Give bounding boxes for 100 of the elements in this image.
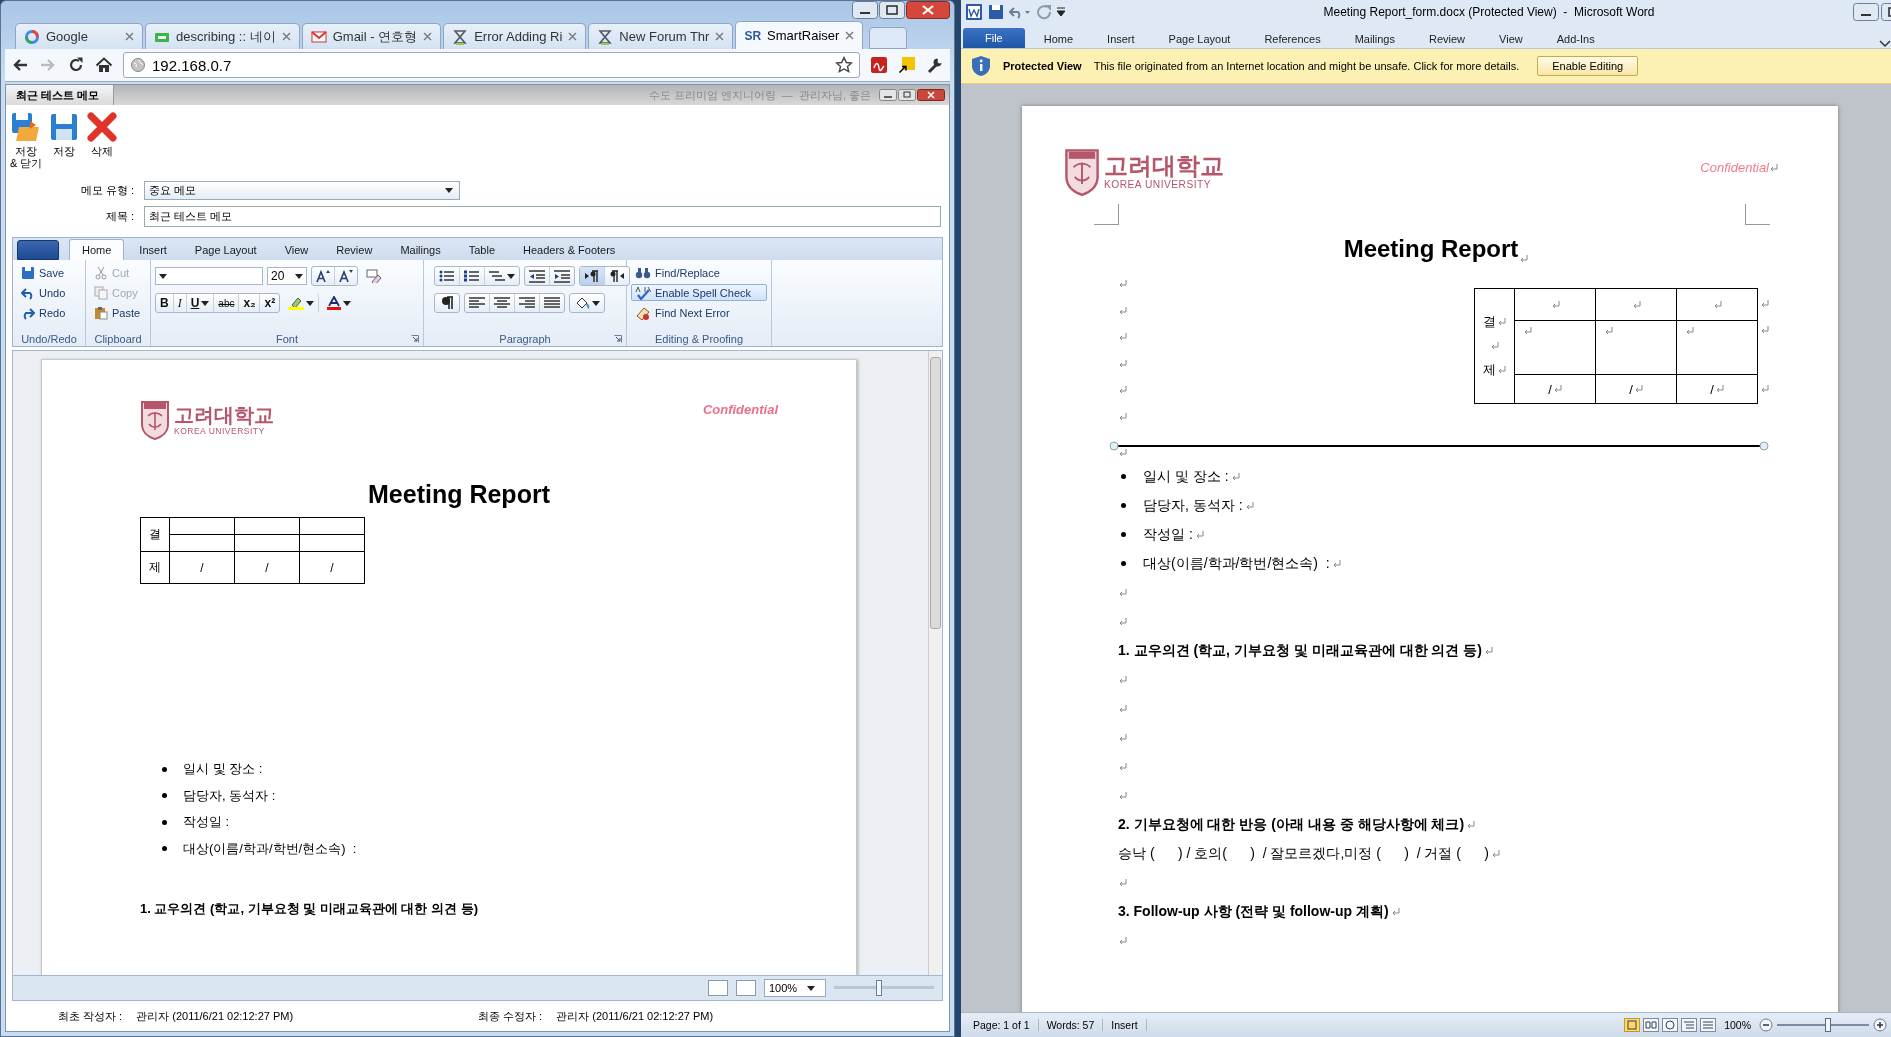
group-label: Paragraph <box>499 332 551 345</box>
zoom-level[interactable]: 100% <box>1716 1019 1759 1031</box>
corner-mark <box>1745 204 1770 225</box>
spell-button[interactable]: Enable Spell Check <box>631 284 767 301</box>
italic-button[interactable]: I <box>173 294 187 312</box>
table-cell: / <box>1548 381 1552 397</box>
maximize-icon[interactable] <box>879 1 905 19</box>
redo-button[interactable]: Redo <box>17 304 81 321</box>
file-menu-tab[interactable]: File <box>963 28 1025 48</box>
minimize-icon[interactable] <box>852 1 878 19</box>
zoom-slider-thumb[interactable] <box>876 980 882 996</box>
browser-tab[interactable]: SR SmartRaiser <box>735 21 864 49</box>
corner-mark <box>1094 204 1119 225</box>
zoom-in-icon[interactable] <box>1873 1018 1887 1032</box>
browser-tab[interactable]: New Forum Thr <box>588 23 734 49</box>
app-square-icon[interactable] <box>870 56 888 74</box>
field-label: 메모 유형 : <box>79 183 134 198</box>
minimize-icon[interactable] <box>879 89 897 101</box>
find-button[interactable]: Find/Replace <box>631 264 767 281</box>
star-icon[interactable] <box>835 56 853 74</box>
dialog-launcher-icon[interactable] <box>411 335 419 343</box>
save-close-button[interactable]: 저장 & 닫기 <box>10 111 43 171</box>
bullet-icon <box>1121 532 1126 537</box>
minimize-icon[interactable] <box>1853 3 1879 21</box>
delete-button[interactable]: 삭제 <box>86 111 119 171</box>
maximize-icon[interactable] <box>898 89 916 101</box>
app-icon[interactable] <box>965 3 983 21</box>
dialog-launcher-icon[interactable] <box>614 335 622 343</box>
customize-icon[interactable] <box>1057 7 1065 17</box>
web-view-button[interactable] <box>736 980 756 996</box>
save-button[interactable]: 저장 <box>48 111 81 171</box>
list-item: 담당자, 동석자 : <box>1143 496 1243 515</box>
font-size-combobox[interactable]: 20 <box>267 267 307 285</box>
address-bar[interactable]: 192.168.0.7 <box>123 52 860 78</box>
chevron-icon[interactable] <box>1879 38 1891 48</box>
zoom-out-icon[interactable] <box>1759 1018 1773 1032</box>
footer-value: 관리자 (2011/6/21 02:12:27 PM) <box>136 1008 294 1024</box>
ribbon-tab[interactable]: Page Layout <box>181 239 270 260</box>
ribbon-tab[interactable]: Add-Ins <box>1541 30 1610 48</box>
bold-button[interactable]: B <box>156 294 174 312</box>
ribbon-tab[interactable]: Insert <box>1092 30 1150 48</box>
left-to-right-icon <box>584 269 600 283</box>
undo-arrow-icon[interactable] <box>1009 4 1031 20</box>
list-item: 대상(이름/학과/학번/현소속) : <box>1143 554 1330 573</box>
ribbon-tab[interactable]: References <box>1249 30 1336 48</box>
home-icon[interactable] <box>95 56 113 74</box>
next-error-button[interactable]: Find Next Error <box>631 304 767 321</box>
document-title: Meeting Report <box>367 480 551 509</box>
ribbon-tab[interactable]: Headers & Footers <box>510 239 629 260</box>
sticky-note-icon[interactable] <box>898 56 916 74</box>
redo-arrow-icon <box>21 305 35 320</box>
university-name: 고려대학교 <box>1104 153 1224 178</box>
multilevel-list-icon <box>489 269 505 283</box>
browser-tab[interactable]: Gmail - 연호형 <box>301 23 442 49</box>
save-button[interactable]: Save <box>17 264 81 281</box>
ribbon-tab[interactable]: Mailings <box>387 239 454 260</box>
ribbon-tab[interactable]: Review <box>1414 30 1481 48</box>
zoom-slider-thumb[interactable] <box>1824 1018 1831 1032</box>
close-icon[interactable] <box>906 1 950 19</box>
browser-tab[interactable]: Google <box>15 23 143 49</box>
strike-button[interactable]: abc <box>214 294 240 312</box>
undo-button[interactable]: Undo <box>17 284 81 301</box>
ribbon-tab[interactable]: View <box>1484 30 1538 48</box>
sub-button[interactable]: x₂ <box>239 294 261 312</box>
close-icon[interactable] <box>845 31 855 40</box>
bullet-icon <box>1121 561 1126 566</box>
ribbon-tab[interactable]: View <box>271 239 322 260</box>
paste-button[interactable]: Paste <box>90 304 146 321</box>
ribbon-tab[interactable]: Page Layout <box>1153 30 1246 48</box>
view-button[interactable] <box>1662 1018 1679 1032</box>
wrench-icon[interactable] <box>926 56 944 74</box>
left-to-right-button[interactable] <box>580 267 605 285</box>
page-view-button[interactable] <box>708 980 728 996</box>
underline-button[interactable]: U <box>186 294 215 312</box>
sup-button[interactable]: x² <box>260 294 280 312</box>
ribbon-tab[interactable]: Table <box>455 239 509 260</box>
ribbon-tab[interactable]: Home <box>69 239 125 260</box>
browser-tab[interactable]: Error Adding Ri <box>443 23 587 49</box>
field-label: 제목 : <box>104 209 134 224</box>
ribbon-tab[interactable]: Mailings <box>1339 30 1410 48</box>
bullet-icon <box>1121 503 1126 508</box>
ribbon-tab[interactable]: Review <box>323 239 386 260</box>
section-heading: 1. 교우의견 (학교, 기부요청 및 미래교육관에 대한 의견 등) <box>1118 641 1482 660</box>
caret-icon <box>159 273 167 279</box>
browser-tab[interactable]: describing :: 네이 <box>145 23 300 49</box>
list-item: 대상(이름/학과/학번/현소속) : <box>183 839 357 858</box>
title-field[interactable]: 최근 테스트 메모 <box>144 206 941 227</box>
ribbon-tab[interactable]: Home <box>1028 30 1089 48</box>
zoom-dropdown[interactable]: 100% <box>764 979 826 997</box>
undo-arrow-icon <box>21 285 35 300</box>
table-cell: 결 <box>1483 313 1496 331</box>
ribbon-tab[interactable]: Insert <box>126 239 180 260</box>
scrollbar[interactable] <box>928 351 942 975</box>
view-button[interactable] <box>1643 1018 1660 1032</box>
horizontal-line[interactable] <box>1109 441 1769 451</box>
increase-indent-icon <box>554 269 570 283</box>
reload-icon[interactable] <box>67 56 85 74</box>
memo-type-dropdown[interactable]: 중요 메모 <box>144 181 460 200</box>
enable-editing-button[interactable]: Enable Editing <box>1537 56 1639 76</box>
close-icon[interactable] <box>917 89 945 101</box>
